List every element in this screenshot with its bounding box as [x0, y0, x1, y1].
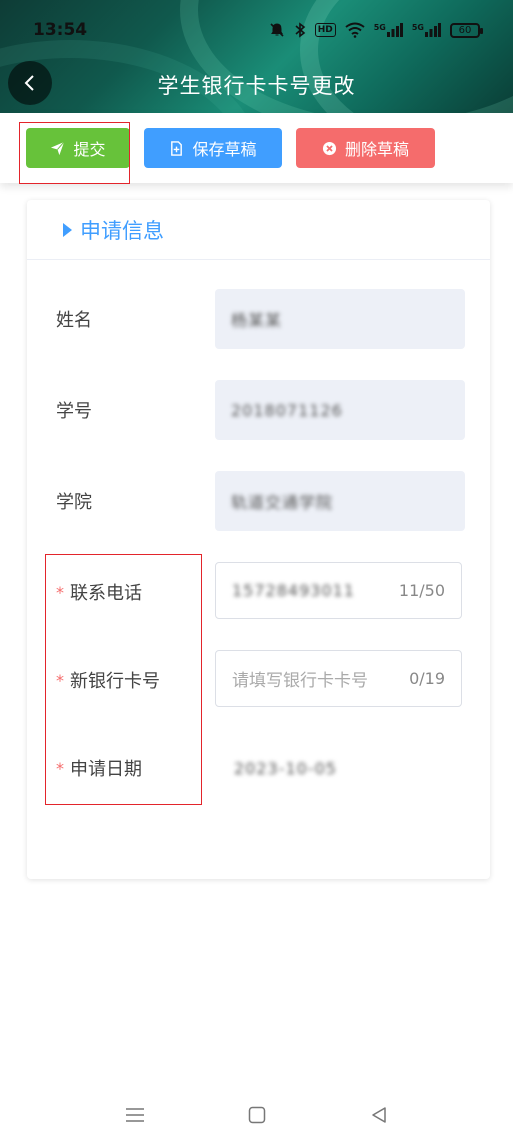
network-type-label: 5G: [411, 23, 424, 32]
name-field: 杨某某: [215, 289, 465, 349]
status-time: 13:54: [33, 20, 88, 40]
phone-input[interactable]: 15728493011 11/50: [215, 562, 462, 619]
section-header: 申请信息: [27, 200, 490, 260]
document-plus-icon: [171, 140, 183, 156]
close-circle-icon: [322, 141, 337, 155]
student-id-label: 学号: [56, 380, 92, 440]
form-row-college: 学院 轨道交通学院: [27, 471, 490, 531]
student-id-value: 2018071126: [231, 400, 343, 420]
bluetooth-icon: [294, 22, 306, 38]
apply-date-value-wrap: 2023-10-05: [234, 738, 337, 798]
college-field: 轨道交通学院: [215, 471, 465, 531]
hd-icon: HD: [314, 23, 336, 37]
form-row-student-id: 学号 2018071126: [27, 380, 490, 440]
name-value: 杨某某: [231, 311, 283, 330]
bank-card-placeholder: 请填写银行卡卡号: [232, 671, 368, 691]
highlight-box: [45, 554, 202, 805]
bank-card-char-counter: 0/19: [409, 669, 445, 688]
apply-date-value: 2023-10-05: [234, 758, 337, 778]
system-navigation-bar: [0, 1090, 513, 1140]
mute-bell-icon: [269, 22, 285, 38]
network-type-label: 5G: [373, 23, 386, 32]
delete-draft-button[interactable]: 删除草稿: [296, 128, 435, 168]
signal-icon: 5G: [412, 23, 441, 37]
page-title: 学生银行卡卡号更改: [157, 74, 356, 98]
student-id-label-text: 学号: [56, 401, 92, 422]
caret-right-icon: [63, 222, 72, 237]
student-id-field: 2018071126: [215, 380, 465, 440]
phone-value: 15728493011: [232, 581, 355, 600]
save-draft-label: 保存草稿: [192, 140, 257, 159]
status-bar: 13:54 HD 5G 5G 60: [0, 14, 513, 46]
battery-level: 60: [458, 24, 472, 36]
wifi-icon: [345, 22, 365, 38]
signal-icon: 5G: [374, 23, 403, 37]
name-label: 姓名: [56, 289, 92, 349]
highlight-box: [19, 122, 130, 184]
home-icon[interactable]: [244, 1102, 270, 1128]
section-title: 申请信息: [80, 218, 164, 243]
save-draft-button[interactable]: 保存草稿: [144, 128, 282, 168]
college-label-text: 学院: [56, 492, 92, 513]
college-label: 学院: [56, 471, 92, 531]
college-value: 轨道交通学院: [231, 493, 334, 512]
status-icons: HD 5G 5G 60: [269, 22, 483, 38]
app-header: 13:54 HD 5G 5G 60 学生银行卡卡号更改: [0, 0, 513, 113]
phone-char-counter: 11/50: [398, 581, 445, 600]
delete-draft-label: 删除草稿: [344, 140, 409, 159]
back-triangle-icon[interactable]: [366, 1102, 392, 1128]
name-label-text: 姓名: [56, 310, 92, 331]
form-row-name: 姓名 杨某某: [27, 289, 490, 349]
battery-icon: 60: [450, 22, 483, 38]
bank-card-input[interactable]: 请填写银行卡卡号 0/19: [215, 650, 462, 707]
menu-icon[interactable]: [122, 1102, 148, 1128]
